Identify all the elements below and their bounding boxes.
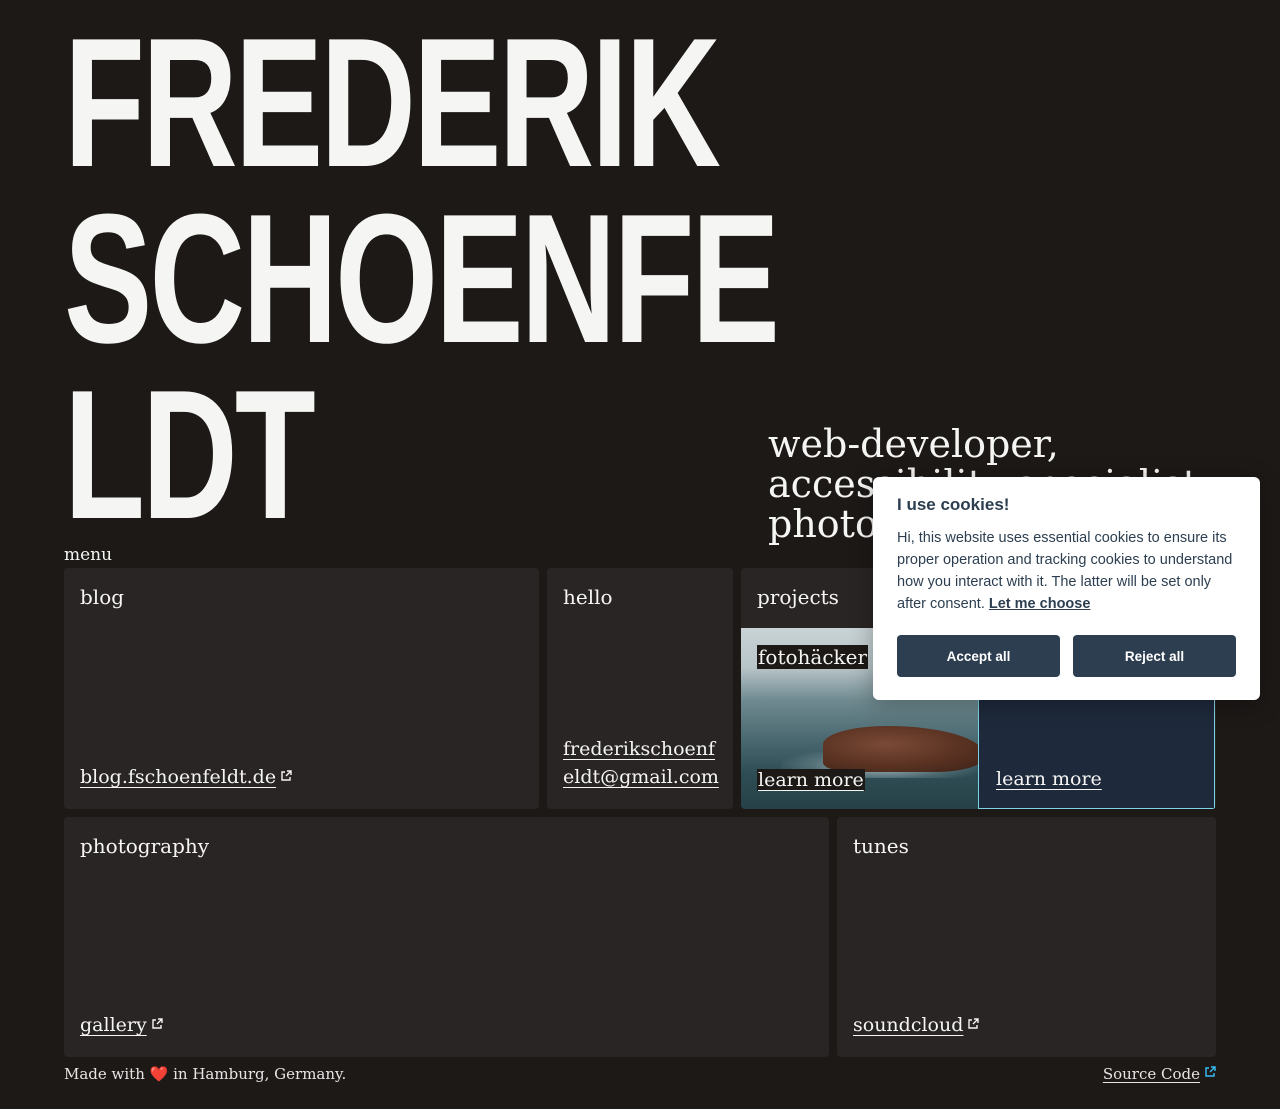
cookie-title: I use cookies! <box>897 495 1010 514</box>
card-tunes: tunes soundcloud <box>837 817 1216 1057</box>
card-title-projects: projects <box>757 585 839 609</box>
footer-suffix: in Hamburg, Germany. <box>173 1065 347 1083</box>
card-title-hello: hello <box>563 585 613 609</box>
blog-link[interactable]: blog.fschoenfeldt.de <box>80 763 292 791</box>
external-link-icon <box>1204 1066 1216 1078</box>
reject-all-button[interactable]: Reject all <box>1073 635 1236 677</box>
project-tile-label: fotohäcker <box>757 645 869 669</box>
email-link[interactable]: frederikschoenfeldt@gmail.com <box>563 735 723 791</box>
hero-name: FREDERIK SCHOENFE LDT <box>64 0 780 557</box>
blog-link-text: blog.fschoenfeldt.de <box>80 766 277 788</box>
let-me-choose-link[interactable]: Let me choose <box>989 596 1091 612</box>
footer-credit: Made with ❤️ in Hamburg, Germany. <box>64 1065 346 1083</box>
card-title-blog: blog <box>80 585 125 609</box>
learn-more-link[interactable]: learn more <box>757 769 865 791</box>
card-photography: photography gallery <box>64 817 829 1057</box>
learn-more-link[interactable]: learn more <box>995 768 1103 790</box>
accept-all-button[interactable]: Accept all <box>897 635 1060 677</box>
hero-line-3: LDT <box>64 351 316 557</box>
tagline-line-1: web-developer, <box>768 422 1059 466</box>
hero-line-1: FREDERIK <box>64 0 721 205</box>
rock-image <box>823 726 978 772</box>
card-blog: blog blog.fschoenfeldt.de <box>64 568 539 809</box>
card-hello: hello frederikschoenfeldt@gmail.com <box>547 568 733 809</box>
external-link-icon <box>280 770 292 782</box>
gallery-link[interactable]: gallery <box>80 1011 163 1039</box>
cookie-consent-dialog: I use cookies! Hi, this website uses ess… <box>873 477 1260 700</box>
external-link-icon <box>967 1018 980 1030</box>
source-code-link[interactable]: Source Code <box>1103 1065 1216 1083</box>
cookie-text: Hi, this website uses essential cookies … <box>897 527 1239 615</box>
card-title-tunes: tunes <box>853 834 909 858</box>
footer-prefix: Made with <box>64 1065 145 1083</box>
card-title-photography: photography <box>80 834 210 858</box>
heart-icon: ❤️ <box>149 1065 169 1083</box>
menu-label: menu <box>64 545 113 565</box>
soundcloud-link[interactable]: soundcloud <box>853 1011 980 1039</box>
soundcloud-link-text: soundcloud <box>853 1014 964 1036</box>
gallery-link-text: gallery <box>80 1014 147 1036</box>
source-code-text: Source Code <box>1102 1065 1200 1083</box>
external-link-icon <box>151 1018 163 1030</box>
hero-line-2: SCHOENFE <box>64 175 780 381</box>
